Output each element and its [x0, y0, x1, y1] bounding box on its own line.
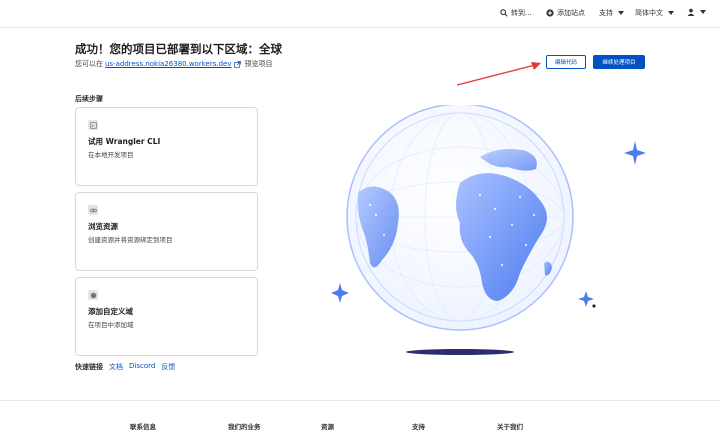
continue-project-button[interactable]: 继续处理项目	[593, 55, 645, 69]
chevron-down-icon	[668, 11, 674, 15]
chevron-down-icon	[700, 10, 706, 14]
language-menu[interactable]: 简体中文	[635, 8, 674, 18]
terminal-icon	[88, 120, 98, 130]
discord-link[interactable]: Discord	[129, 362, 155, 372]
feedback-link[interactable]: 反馈	[161, 362, 175, 372]
footer-about: 关于我们	[497, 423, 523, 430]
card-title: 试用 Wrangler CLI	[88, 137, 161, 146]
project-url-link[interactable]: us-address.nokia26380.workers.dev	[105, 60, 231, 68]
user-icon	[687, 8, 695, 16]
support-label: 支持	[599, 9, 613, 17]
page-title: 成功！您的项目已部署到以下区域：全球	[75, 42, 282, 56]
quick-links: 快速链接 文档 Discord 反馈	[75, 362, 175, 372]
footer-resources: 资源	[321, 423, 334, 430]
annotation-arrow	[456, 62, 541, 86]
search-icon	[500, 9, 508, 17]
globe-icon	[88, 290, 98, 300]
footer-contact: 联系信息	[130, 423, 156, 430]
external-link-icon	[234, 60, 242, 68]
card-desc: 创建资源并将资源绑定到项目	[88, 236, 173, 244]
card-wrangler-cli[interactable]: 试用 Wrangler CLI 在本地开发项目	[75, 107, 258, 186]
footer-support: 支持	[412, 423, 425, 430]
plus-circle-icon	[546, 9, 554, 17]
edit-code-button[interactable]: 编辑代码	[546, 55, 586, 69]
top-bar: 转到... 添加站点 支持 简体中文	[0, 0, 720, 28]
goto-label: 转到...	[511, 9, 532, 17]
add-site-label: 添加站点	[557, 9, 585, 17]
card-browse-resources[interactable]: 浏览资源 创建资源并将资源绑定到项目	[75, 192, 258, 271]
preview-suffix: 预览项目	[244, 60, 273, 68]
card-desc: 在本地开发项目	[88, 151, 134, 159]
user-menu[interactable]	[687, 8, 706, 16]
next-steps-label: 后续步骤	[75, 95, 103, 103]
card-custom-domain[interactable]: 添加自定义域 在项目中添加域	[75, 277, 258, 356]
globe-illustration	[331, 105, 646, 355]
add-site-button[interactable]: 添加站点	[546, 8, 585, 18]
footer-business: 我们的业务	[228, 423, 261, 430]
footer-divider	[0, 400, 720, 401]
preview-line: 您可以在 us-address.nokia26380.workers.dev 预…	[75, 59, 272, 69]
card-desc: 在项目中添加域	[88, 321, 134, 329]
support-menu[interactable]: 支持	[599, 8, 624, 18]
docs-link[interactable]: 文档	[109, 362, 123, 372]
goto-button[interactable]: 转到...	[500, 8, 532, 18]
card-title: 添加自定义域	[88, 307, 133, 316]
link-icon	[88, 205, 98, 215]
chevron-down-icon	[618, 11, 624, 15]
language-label: 简体中文	[635, 9, 663, 17]
card-title: 浏览资源	[88, 222, 118, 231]
preview-prefix: 您可以在	[75, 60, 103, 68]
quick-links-label: 快速链接	[75, 363, 103, 371]
